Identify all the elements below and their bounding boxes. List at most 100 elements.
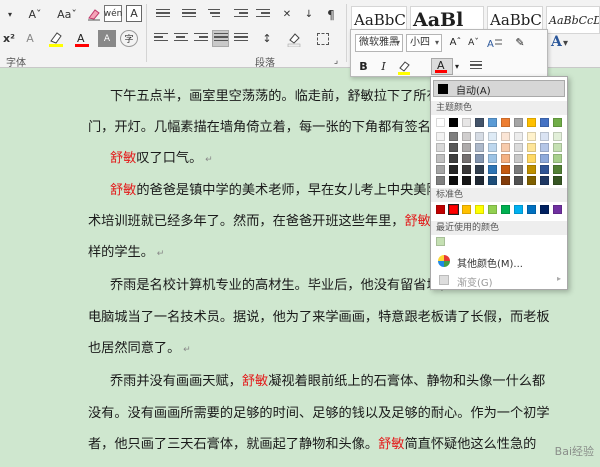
- theme-shade-swatch[interactable]: [553, 143, 562, 152]
- borders-button[interactable]: [312, 30, 334, 47]
- theme-shade-swatch[interactable]: [488, 143, 497, 152]
- standard-color-swatch[interactable]: [462, 205, 471, 214]
- theme-shade-swatch[interactable]: [449, 165, 458, 174]
- theme-shade-swatch[interactable]: [488, 132, 497, 141]
- theme-shade-swatch[interactable]: [514, 132, 523, 141]
- standard-color-swatch[interactable]: [448, 204, 459, 215]
- theme-shade-swatch[interactable]: [462, 132, 471, 141]
- theme-color-swatch[interactable]: [462, 118, 471, 127]
- recent-color-swatch[interactable]: [436, 237, 445, 246]
- theme-shade-swatch[interactable]: [475, 165, 484, 174]
- theme-shade-swatch[interactable]: [449, 132, 458, 141]
- change-styles-button[interactable]: A ▾: [548, 32, 574, 50]
- theme-shade-swatch[interactable]: [462, 143, 471, 152]
- line-spacing-button[interactable]: ↕: [256, 30, 278, 47]
- theme-color-swatch[interactable]: [553, 118, 562, 127]
- distributed-button[interactable]: [232, 30, 249, 47]
- theme-shade-swatch[interactable]: [436, 154, 445, 163]
- style-format-icon[interactable]: A: [485, 34, 505, 51]
- increase-indent-button[interactable]: [254, 6, 272, 23]
- multilevel-list-button[interactable]: [204, 6, 226, 23]
- theme-shade-swatch[interactable]: [540, 176, 549, 185]
- theme-shade-swatch[interactable]: [475, 132, 484, 141]
- bullets-button[interactable]: [152, 6, 174, 23]
- paragraph-dialog-launcher[interactable]: ⌟: [330, 52, 342, 69]
- gradient-option[interactable]: 渐变(G) ▸: [431, 271, 567, 289]
- theme-shade-swatch[interactable]: [488, 165, 497, 174]
- standard-color-swatch[interactable]: [553, 205, 562, 214]
- align-center-button[interactable]: [172, 30, 189, 47]
- sort-button[interactable]: ↓: [300, 6, 318, 23]
- show-marks-button[interactable]: ¶: [322, 6, 340, 23]
- theme-shade-swatch[interactable]: [488, 154, 497, 163]
- theme-shade-swatch[interactable]: [462, 165, 471, 174]
- highlight-color-button[interactable]: [46, 30, 68, 47]
- standard-color-swatch[interactable]: [540, 205, 549, 214]
- theme-shade-swatch[interactable]: [449, 176, 458, 185]
- theme-shade-swatch[interactable]: [540, 154, 549, 163]
- automatic-color-option[interactable]: 自动(A): [433, 80, 565, 97]
- theme-shade-swatch[interactable]: [553, 132, 562, 141]
- standard-color-swatch[interactable]: [514, 205, 523, 214]
- clear-format-icon[interactable]: [86, 5, 102, 22]
- theme-color-swatch[interactable]: [436, 118, 445, 127]
- chinese-layout-button[interactable]: ✕: [278, 6, 296, 23]
- font-color-mini-button[interactable]: A: [431, 58, 453, 75]
- theme-shade-swatch[interactable]: [527, 143, 536, 152]
- bold-button[interactable]: B: [355, 58, 372, 75]
- justify-button[interactable]: [212, 30, 229, 47]
- shrink-font-mini-button[interactable]: Aˇ: [465, 34, 482, 51]
- theme-shade-swatch[interactable]: [514, 176, 523, 185]
- phonetic-guide-button[interactable]: wén: [104, 5, 122, 22]
- bullets-mini-button[interactable]: [467, 58, 485, 75]
- superscript-button[interactable]: x²: [2, 30, 16, 47]
- theme-shade-swatch[interactable]: [436, 176, 445, 185]
- theme-shade-swatch[interactable]: [553, 154, 562, 163]
- theme-shade-swatch[interactable]: [553, 165, 562, 174]
- highlight-mini-button[interactable]: [395, 58, 415, 75]
- text-effects-icon[interactable]: A: [22, 30, 38, 47]
- enclose-char-button[interactable]: 字: [120, 30, 138, 47]
- shrink-font-button[interactable]: Aˇ: [22, 6, 48, 23]
- theme-color-swatch[interactable]: [501, 118, 510, 127]
- theme-shade-swatch[interactable]: [449, 154, 458, 163]
- theme-shade-swatch[interactable]: [488, 176, 497, 185]
- theme-shade-swatch[interactable]: [540, 165, 549, 174]
- align-right-button[interactable]: [192, 30, 209, 47]
- more-colors-option[interactable]: 其他颜色(M)...: [431, 252, 567, 270]
- font-name-combo[interactable]: 微软雅黑 ▾: [355, 34, 403, 52]
- theme-color-swatch[interactable]: [488, 118, 497, 127]
- change-case-button[interactable]: Aaˇ: [54, 6, 80, 23]
- theme-shade-swatch[interactable]: [514, 154, 523, 163]
- standard-color-swatch[interactable]: [488, 205, 497, 214]
- standard-color-swatch[interactable]: [436, 205, 445, 214]
- theme-shade-swatch[interactable]: [475, 176, 484, 185]
- theme-shade-swatch[interactable]: [514, 143, 523, 152]
- numbering-button[interactable]: [178, 6, 200, 23]
- theme-shade-swatch[interactable]: [475, 143, 484, 152]
- theme-color-swatch[interactable]: [527, 118, 536, 127]
- theme-shade-swatch[interactable]: [501, 165, 510, 174]
- theme-shade-swatch[interactable]: [436, 143, 445, 152]
- standard-color-swatch[interactable]: [475, 205, 484, 214]
- shading-button[interactable]: [284, 30, 306, 47]
- theme-shade-swatch[interactable]: [540, 143, 549, 152]
- font-color-ribbon-button[interactable]: A: [72, 30, 94, 47]
- format-painter-icon[interactable]: ✎: [511, 34, 529, 51]
- char-border-button[interactable]: A: [126, 5, 142, 22]
- theme-shade-swatch[interactable]: [462, 154, 471, 163]
- theme-shade-swatch[interactable]: [436, 165, 445, 174]
- theme-color-swatch[interactable]: [540, 118, 549, 127]
- char-shading-button[interactable]: A: [98, 30, 116, 47]
- theme-shade-swatch[interactable]: [449, 143, 458, 152]
- grow-font-button[interactable]: Aˆ: [447, 34, 464, 51]
- theme-color-swatch[interactable]: [449, 118, 458, 127]
- theme-shade-swatch[interactable]: [501, 143, 510, 152]
- standard-color-swatch[interactable]: [527, 205, 536, 214]
- theme-color-swatch[interactable]: [475, 118, 484, 127]
- theme-shade-swatch[interactable]: [475, 154, 484, 163]
- theme-shade-swatch[interactable]: [553, 176, 562, 185]
- font-color-dropdown-arrow[interactable]: ▾: [452, 58, 462, 75]
- italic-button[interactable]: I: [375, 58, 392, 75]
- align-left-button[interactable]: [152, 30, 169, 47]
